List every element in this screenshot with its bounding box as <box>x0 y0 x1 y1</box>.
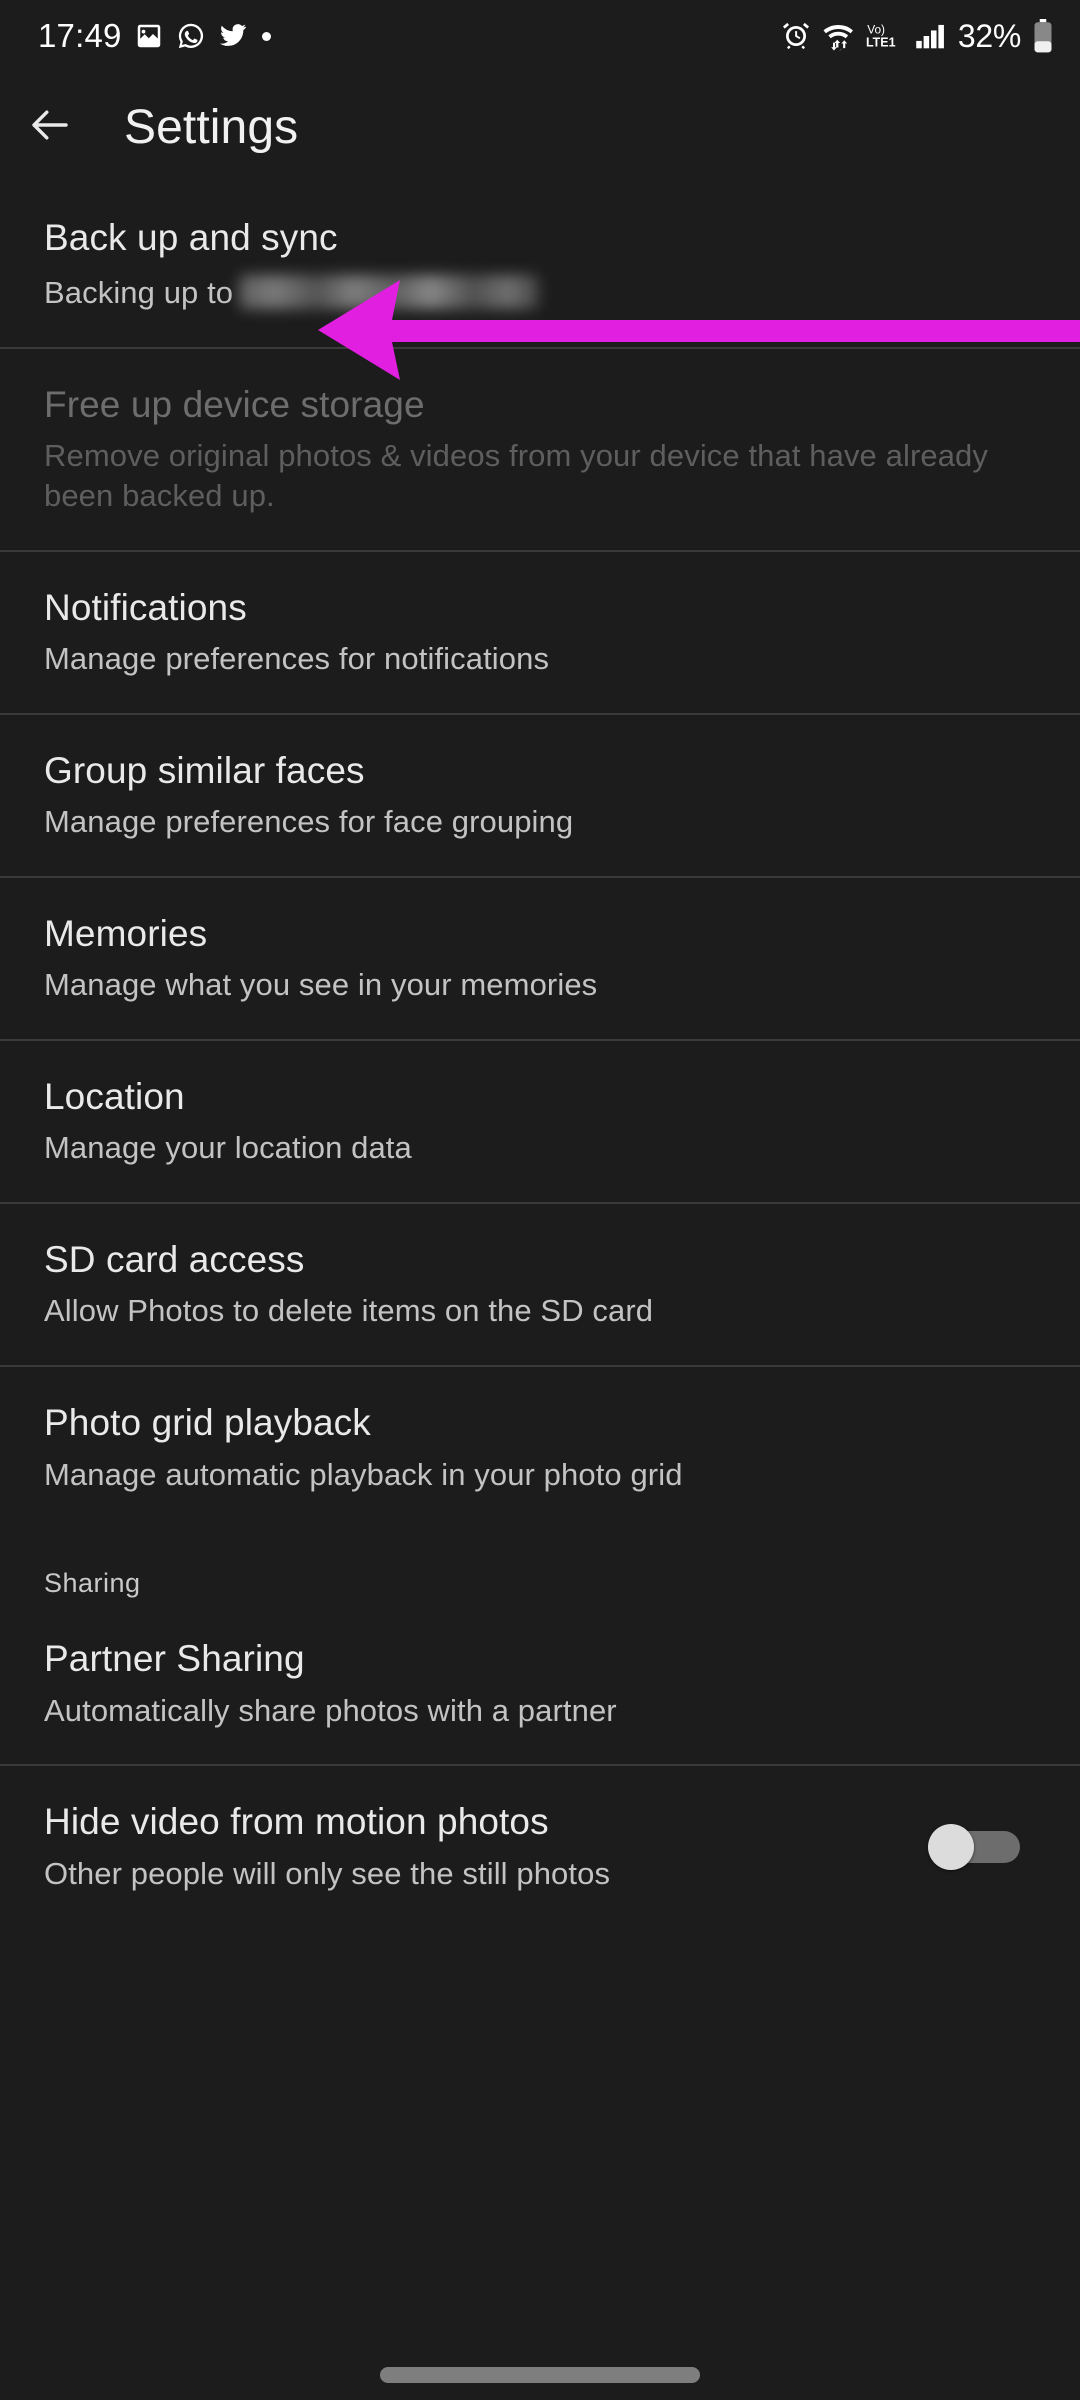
settings-item-photo-grid-playback[interactable]: Photo grid playback Manage automatic pla… <box>0 1367 1080 1528</box>
toggle-knob <box>928 1823 974 1870</box>
hide-video-toggle[interactable] <box>928 1823 1024 1870</box>
settings-item-title: Memories <box>44 912 208 954</box>
row-text: Location Manage your location data <box>44 1075 1036 1168</box>
settings-item-hide-video-from-motion-photos[interactable]: Hide video from motion photos Other peop… <box>0 1766 1080 1927</box>
settings-item-subtitle: Other people will only see the still pho… <box>44 1855 611 1891</box>
row-text: Partner Sharing Automatically share phot… <box>44 1637 1036 1730</box>
photos-icon <box>134 21 164 51</box>
settings-item-subtitle: Manage preferences for face grouping <box>44 804 574 840</box>
page-title: Settings <box>124 100 299 154</box>
wifi-icon <box>822 21 855 51</box>
settings-item-subtitle: Backing up to <box>44 269 1036 313</box>
settings-item-free-up-device-storage: Free up device storage Remove original p… <box>0 349 1080 550</box>
volte-icon: Vo) LTE1 <box>866 21 904 51</box>
section-header-label: Sharing <box>44 1568 141 1599</box>
svg-text:Vo): Vo) <box>867 23 885 37</box>
back-button[interactable] <box>22 99 78 155</box>
subtitle-prefix: Backing up to <box>44 275 234 311</box>
settings-item-subtitle: Manage preferences for notifications <box>44 641 550 677</box>
row-text: Group similar faces Manage preferences f… <box>44 749 1036 842</box>
settings-item-subtitle: Manage what you see in your memories <box>44 967 598 1003</box>
battery-percent-label: 32% <box>957 17 1021 54</box>
status-bar-right: Vo) LTE1 32% <box>781 18 1054 55</box>
settings-item-back-up-and-sync[interactable]: Back up and sync Backing up to <box>0 182 1080 347</box>
app-bar: Settings <box>0 72 1080 182</box>
section-header-sharing: Sharing <box>0 1528 1080 1603</box>
settings-item-title: Hide video from motion photos <box>44 1801 549 1843</box>
home-gesture-pill[interactable] <box>380 2367 700 2383</box>
twitter-icon <box>218 23 248 49</box>
status-bar: 17:49 Vo) LTE1 32% <box>0 0 1080 72</box>
settings-item-title: Location <box>44 1075 185 1117</box>
row-text: Hide video from motion photos Other peop… <box>44 1800 928 1893</box>
whatsapp-icon <box>176 21 206 51</box>
phone-screen: 17:49 Vo) LTE1 32% Settings Back up and … <box>0 0 1080 2400</box>
signal-icon <box>915 21 947 51</box>
alarm-icon <box>781 21 811 51</box>
row-text: Back up and sync Backing up to <box>44 216 1036 313</box>
row-text: Notifications Manage preferences for not… <box>44 586 1036 679</box>
settings-item-partner-sharing[interactable]: Partner Sharing Automatically share phot… <box>0 1603 1080 1764</box>
settings-item-title: SD card access <box>44 1239 305 1281</box>
settings-item-group-similar-faces[interactable]: Group similar faces Manage preferences f… <box>0 715 1080 876</box>
settings-item-title: Back up and sync <box>44 217 338 258</box>
redacted-email <box>239 275 540 310</box>
settings-item-title: Photo grid playback <box>44 1402 371 1444</box>
row-text: Free up device storage Remove original p… <box>44 383 1036 516</box>
settings-item-title: Group similar faces <box>44 749 365 791</box>
settings-item-notifications[interactable]: Notifications Manage preferences for not… <box>0 552 1080 713</box>
svg-text:LTE1: LTE1 <box>866 36 896 50</box>
settings-item-sd-card-access[interactable]: SD card access Allow Photos to delete it… <box>0 1204 1080 1365</box>
status-bar-left: 17:49 <box>38 17 271 55</box>
status-bar-clock: 17:49 <box>38 17 122 54</box>
settings-item-memories[interactable]: Memories Manage what you see in your mem… <box>0 878 1080 1039</box>
settings-item-subtitle: Manage your location data <box>44 1130 412 1166</box>
settings-item-title: Notifications <box>44 586 247 628</box>
settings-item-subtitle: Manage automatic playback in your photo … <box>44 1456 683 1492</box>
settings-item-location[interactable]: Location Manage your location data <box>0 1041 1080 1202</box>
settings-item-title: Partner Sharing <box>44 1638 305 1680</box>
settings-list: Back up and sync Backing up to Free up d… <box>0 182 1080 1927</box>
settings-item-subtitle: Remove original photos & videos from you… <box>44 438 988 514</box>
back-arrow-icon <box>26 101 74 154</box>
settings-item-subtitle: Allow Photos to delete items on the SD c… <box>44 1293 654 1329</box>
row-text: Photo grid playback Manage automatic pla… <box>44 1401 1036 1494</box>
row-text: Memories Manage what you see in your mem… <box>44 912 1036 1005</box>
row-text: SD card access Allow Photos to delete it… <box>44 1238 1036 1331</box>
settings-item-subtitle: Automatically share photos with a partne… <box>44 1692 617 1728</box>
battery-icon <box>1032 19 1054 53</box>
dot-icon <box>261 31 271 41</box>
settings-item-title: Free up device storage <box>44 384 425 426</box>
